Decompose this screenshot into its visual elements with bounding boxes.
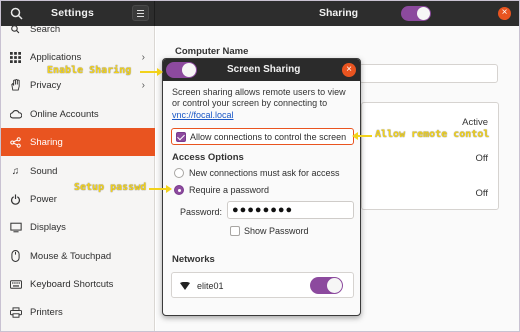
toggle-knob [417,7,430,20]
arrow-left-icon [352,132,372,140]
networks-heading: Networks [172,254,215,265]
checkbox-unchecked-icon[interactable] [230,226,240,236]
settings-window: Settings Sharing × Search Applications › [0,0,520,332]
chevron-right-icon: › [141,79,145,91]
share-icon [9,136,22,149]
sidebar-item-sharing[interactable]: Sharing [1,128,155,156]
dialog-close-button[interactable]: × [342,63,356,77]
chevron-right-icon: › [141,51,145,63]
panel-title: Sharing [319,7,359,19]
sidebar-item-label: Sharing [30,136,63,148]
allow-control-label: Allow connections to control the screen [190,131,347,142]
keyboard-icon [9,278,22,291]
wifi-icon [180,282,190,290]
sidebar-item-search[interactable]: Search [1,15,155,43]
arrow-right-icon [149,185,172,193]
sharing-master-toggle[interactable] [401,6,431,21]
allow-control-checkbox-row[interactable]: Allow connections to control the screen [171,128,354,145]
online-accounts-icon [9,108,22,121]
display-icon [9,221,22,234]
power-icon [9,193,22,206]
service-status: Off [475,188,489,199]
service-status: Off [475,153,489,164]
sidebar-item-label: Power [30,193,57,205]
music-note-icon: ♫ [11,165,20,177]
radio-label: Require a password [189,185,270,195]
radio-unselected-icon[interactable] [174,168,184,178]
access-options-heading: Access Options [172,152,244,163]
printer-icon [9,306,22,319]
sidebar-item-label: Sound [30,165,58,177]
dialog-header: Screen Sharing × [163,59,360,81]
screen-sharing-toggle[interactable] [166,62,197,78]
sidebar-item-online-accounts[interactable]: Online Accounts [1,100,155,128]
network-row: elite01 [171,272,354,298]
sidebar-item-label: Privacy [30,79,62,91]
arrow-right-icon [140,68,163,76]
mouse-icon [9,250,22,263]
show-password-checkbox-row[interactable]: Show Password [230,226,309,236]
password-field[interactable]: ●●●●●●●● [227,201,354,219]
radio-label: New connections must ask for access [189,168,340,178]
radio-require-password[interactable]: Require a password [174,185,269,195]
radio-selected-icon[interactable] [174,185,184,195]
sidebar-item-label: Mouse & Touchpad [30,250,112,262]
sharing-services-list: Active Off Off [361,102,499,210]
window-close-button[interactable]: × [498,7,511,20]
network-toggle[interactable] [310,277,343,294]
sidebar-item-label: Online Accounts [30,108,99,120]
hand-icon [9,79,22,92]
sidebar-item-label: Applications [30,51,82,63]
vnc-link[interactable]: vnc://focal.local [172,110,234,120]
search-icon [9,23,22,36]
sidebar-item-label: Keyboard Shortcuts [30,278,114,290]
computer-name-label: Computer Name [175,46,249,57]
sidebar-item-label: Search [30,23,61,35]
sidebar-item-mouse-touchpad[interactable]: Mouse & Touchpad [1,242,155,270]
toggle-knob [182,63,196,77]
annotation-enable-sharing: Enable Sharing [47,65,132,76]
screen-sharing-dialog: Screen Sharing × Screen sharing allows r… [162,58,361,316]
sidebar-item-sound[interactable]: ♫ Sound [1,157,155,185]
computer-name-field[interactable] [359,64,498,83]
sidebar-item-keyboard-shortcuts[interactable]: Keyboard Shortcuts [1,270,155,298]
sidebar-item-label: Displays [30,221,66,233]
annotation-allow-remote: Allow remote contol [375,129,490,140]
radio-ask-access[interactable]: New connections must ask for access [174,168,340,178]
sidebar-item-displays[interactable]: Displays [1,213,155,241]
network-name: elite01 [197,281,224,291]
sidebar-item-label: Printers [30,306,63,318]
service-status: Active [462,117,488,128]
dialog-title: Screen Sharing [227,64,301,75]
checkbox-checked-icon[interactable] [176,131,186,142]
apps-icon [9,51,22,64]
show-password-label: Show Password [244,226,309,236]
dialog-description: Screen sharing allows remote users to vi… [172,87,346,108]
toggle-knob [327,278,342,293]
sidebar-item-printers[interactable]: Printers [1,298,155,326]
annotation-setup-password: Setup passwd [74,182,147,193]
password-label: Password: [180,207,223,217]
